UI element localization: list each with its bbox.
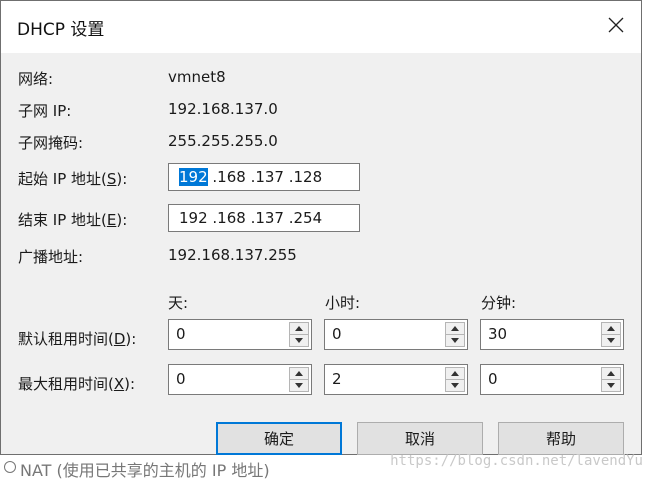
- default-lease-label: 默认租用时间(D):: [18, 328, 136, 349]
- spin-down-button[interactable]: [445, 380, 465, 392]
- spinbox-value: 0: [176, 370, 186, 388]
- network-value: vmnet8: [168, 68, 226, 86]
- down-arrow-icon: [607, 338, 615, 343]
- start-ip-input[interactable]: 192 .168 .137 .128: [168, 163, 360, 191]
- minutes-column-header: 分钟:: [481, 294, 517, 312]
- max-lease-label-suffix: ):: [124, 375, 136, 393]
- dialog-title: DHCP 设置: [17, 20, 105, 40]
- spinbox-value: 2: [332, 370, 342, 388]
- start-ip-label-text: 起始 IP 地址(: [18, 170, 107, 188]
- max-lease-hours-spinbox[interactable]: 2: [324, 364, 468, 395]
- down-arrow-icon: [295, 338, 303, 343]
- spin-up-button[interactable]: [445, 322, 465, 335]
- watermark-text: https://blog.csdn.net/lavendYu: [390, 453, 643, 469]
- end-ip-label-suffix: ):: [116, 211, 128, 229]
- spin-up-button[interactable]: [445, 367, 465, 380]
- dhcp-settings-dialog: DHCP 设置 网络: vmnet8 子网 IP: 192.168.137.0 …: [0, 0, 642, 455]
- cancel-button[interactable]: 取消: [357, 422, 483, 455]
- spin-down-button[interactable]: [289, 335, 309, 347]
- hours-column-header: 小时:: [325, 294, 361, 312]
- close-button[interactable]: [591, 1, 641, 53]
- up-arrow-icon: [451, 371, 459, 376]
- spinbox-value: 0: [332, 325, 342, 343]
- down-arrow-icon: [607, 383, 615, 388]
- start-ip-label: 起始 IP 地址(S):: [18, 168, 127, 189]
- spin-down-button[interactable]: [601, 380, 621, 392]
- spin-up-button[interactable]: [601, 322, 621, 335]
- end-ip-value: 192 .168 .137 .254: [179, 209, 323, 227]
- start-ip-accelerator: S: [106, 170, 117, 188]
- subnet-ip-label: 子网 IP:: [18, 102, 72, 120]
- end-ip-accelerator: E: [106, 211, 117, 229]
- end-ip-label: 结束 IP 地址(E):: [18, 209, 127, 230]
- spin-up-button[interactable]: [601, 367, 621, 380]
- up-arrow-icon: [607, 326, 615, 331]
- max-lease-days-spinbox[interactable]: 0: [168, 364, 312, 395]
- close-icon: [608, 17, 624, 37]
- broadcast-value: 192.168.137.255: [168, 246, 297, 264]
- down-arrow-icon: [295, 383, 303, 388]
- radio-icon: [4, 461, 16, 473]
- subnet-mask-label: 子网掩码:: [18, 134, 84, 152]
- up-arrow-icon: [451, 326, 459, 331]
- default-lease-accelerator: D: [113, 330, 126, 348]
- spinbox-value: 0: [176, 325, 186, 343]
- default-lease-days-spinbox[interactable]: 0: [168, 319, 312, 350]
- default-lease-label-text: 默认租用时间(: [18, 330, 114, 348]
- days-column-header: 天:: [168, 294, 189, 312]
- max-lease-label: 最大租用时间(X):: [18, 373, 135, 394]
- up-arrow-icon: [295, 371, 303, 376]
- spinbox-value: 30: [488, 325, 508, 343]
- broadcast-label: 广播地址:: [18, 248, 84, 266]
- up-arrow-icon: [607, 371, 615, 376]
- start-ip-remaining: .168 .137 .128: [207, 168, 323, 186]
- subnet-mask-value: 255.255.255.0: [168, 132, 278, 150]
- default-lease-minutes-spinbox[interactable]: 30: [480, 319, 624, 350]
- max-lease-minutes-spinbox[interactable]: 0: [480, 364, 624, 395]
- spin-up-button[interactable]: [289, 322, 309, 335]
- spinbox-value: 0: [488, 370, 498, 388]
- spin-up-button[interactable]: [289, 367, 309, 380]
- end-ip-label-text: 结束 IP 地址(: [18, 211, 107, 229]
- max-lease-label-text: 最大租用时间(: [18, 375, 114, 393]
- end-ip-input[interactable]: 192 .168 .137 .254: [168, 204, 360, 232]
- start-ip-label-suffix: ):: [116, 170, 128, 188]
- spin-down-button[interactable]: [601, 335, 621, 347]
- start-ip-selected-octet: 192: [179, 168, 208, 186]
- ok-button[interactable]: 确定: [216, 422, 342, 455]
- subnet-ip-value: 192.168.137.0: [168, 100, 278, 118]
- default-lease-label-suffix: ):: [125, 330, 137, 348]
- down-arrow-icon: [451, 383, 459, 388]
- spin-down-button[interactable]: [445, 335, 465, 347]
- down-arrow-icon: [451, 338, 459, 343]
- help-button[interactable]: 帮助: [498, 422, 624, 455]
- network-label: 网络:: [18, 70, 54, 88]
- up-arrow-icon: [295, 326, 303, 331]
- spin-down-button[interactable]: [289, 380, 309, 392]
- background-nat-option-text: NAT (使用已共享的主机的 IP 地址): [20, 461, 270, 480]
- title-bar: DHCP 设置: [1, 1, 641, 53]
- max-lease-accelerator: X: [113, 375, 125, 393]
- default-lease-hours-spinbox[interactable]: 0: [324, 319, 468, 350]
